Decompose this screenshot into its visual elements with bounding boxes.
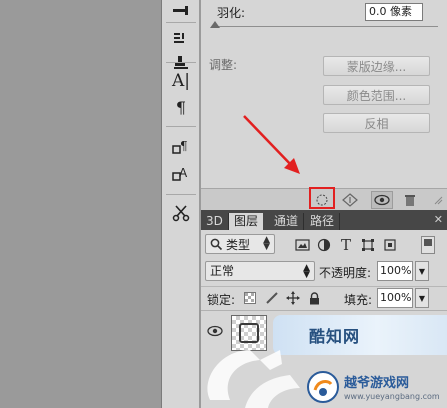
- properties-bottom-bar: [201, 187, 447, 210]
- feather-slider-thumb[interactable]: [210, 21, 220, 28]
- opacity-input[interactable]: 100%: [377, 261, 413, 281]
- visibility-eye-icon[interactable]: [371, 191, 393, 209]
- mask-edge-button[interactable]: 蒙版边缘...: [323, 56, 430, 76]
- filter-type-label: 类型: [226, 237, 251, 252]
- adjust-label: 调整:: [209, 58, 238, 72]
- tab-3d[interactable]: 3D: [201, 213, 229, 230]
- resize-grip-icon[interactable]: [427, 191, 447, 209]
- annotation-arrow-icon: [243, 115, 300, 174]
- filter-type-icon[interactable]: T: [337, 236, 355, 254]
- opacity-label: 不透明度:: [319, 266, 372, 280]
- character-style-icon[interactable]: A: [168, 162, 194, 184]
- svg-text:A: A: [179, 166, 188, 180]
- svg-text:¶: ¶: [180, 139, 188, 153]
- tab-paths[interactable]: 路径: [305, 213, 341, 230]
- filter-pixel-icon[interactable]: [293, 236, 311, 254]
- feather-label: 羽化:: [217, 6, 246, 20]
- watermark-swoosh-icon: [207, 350, 300, 408]
- lock-all-icon[interactable]: [307, 291, 321, 305]
- color-range-button[interactable]: 颜色范围...: [323, 85, 430, 105]
- canvas-workarea: [0, 0, 162, 408]
- invert-button[interactable]: 反相: [323, 113, 430, 133]
- paragraph-icon[interactable]: ¶: [168, 96, 194, 118]
- tab-channels[interactable]: 通道: [269, 213, 305, 230]
- watermark-title: 越爷游戏网: [344, 376, 410, 391]
- feather-input[interactable]: 0.0 像素: [365, 3, 423, 21]
- fill-input[interactable]: 100%: [377, 288, 413, 308]
- highlight-box: [309, 187, 335, 209]
- lock-pixels-brush-icon[interactable]: [265, 291, 279, 305]
- panel-tabs-bar: 3D 图层 通道 路径 ✕: [201, 210, 447, 230]
- panel-close-icon[interactable]: ✕: [434, 213, 443, 226]
- paragraph-style-icon[interactable]: ¶: [168, 136, 194, 158]
- updown-arrows-icon: ▲ ▼: [263, 235, 270, 252]
- fill-label: 填充:: [344, 293, 373, 307]
- filter-smart-object-icon[interactable]: [381, 236, 399, 254]
- delete-trash-icon[interactable]: [399, 191, 421, 209]
- watermark-logo-icon: [307, 371, 339, 403]
- search-icon: [210, 238, 223, 250]
- feather-slider-track[interactable]: [213, 26, 438, 27]
- blend-mode-select[interactable]: 正常 ▲ ▼: [205, 261, 315, 281]
- updown-arrows-icon: ▲ ▼: [303, 263, 310, 280]
- filter-toggle-switch[interactable]: [421, 236, 435, 254]
- apply-mask-icon[interactable]: [339, 191, 361, 209]
- brush-preset-icon[interactable]: [168, 0, 194, 22]
- lock-transparent-icon[interactable]: [243, 291, 257, 305]
- tab-layers[interactable]: 图层: [229, 213, 264, 230]
- blend-row: 正常 ▲ ▼ 不透明度: 100% ▼: [201, 260, 447, 284]
- filter-type-select[interactable]: 类型 ▲ ▼: [205, 234, 275, 254]
- lock-label: 锁定:: [207, 293, 236, 307]
- lock-position-move-icon[interactable]: [286, 291, 300, 305]
- blend-mode-value: 正常: [210, 264, 235, 278]
- opacity-dropdown-icon[interactable]: ▼: [415, 261, 429, 281]
- lock-row: 锁定: 填充: 100% ▼: [201, 286, 447, 308]
- watermark-url: www.yueyangbang.com: [344, 392, 440, 401]
- character-icon[interactable]: A|: [168, 70, 194, 92]
- filter-adjustment-icon[interactable]: [315, 236, 333, 254]
- tool-presets-icon[interactable]: [168, 28, 194, 50]
- tool-scissors-icon[interactable]: [168, 202, 194, 224]
- layer-filter-row: 类型 ▲ ▼ T: [201, 232, 447, 258]
- filter-shape-icon[interactable]: [359, 236, 377, 254]
- fill-dropdown-icon[interactable]: ▼: [415, 288, 429, 308]
